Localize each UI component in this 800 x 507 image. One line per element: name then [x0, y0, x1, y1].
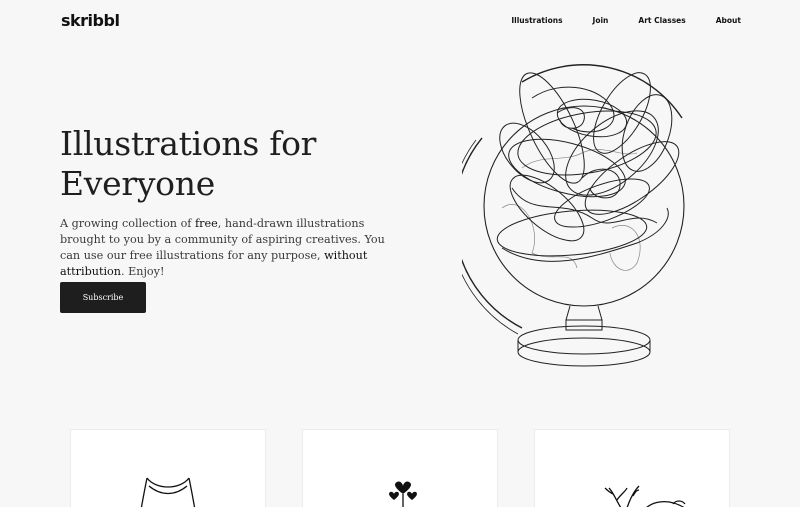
nav-link-about[interactable]: About [716, 16, 741, 25]
illustration-card-1[interactable] [70, 429, 266, 507]
figure-illustration [140, 477, 196, 507]
nav-link-art-classes[interactable]: Art Classes [638, 16, 685, 25]
deer-illustration [604, 485, 686, 507]
nav-links: Illustrations Join Art Classes About [511, 16, 741, 25]
nav-link-join[interactable]: Join [593, 16, 609, 25]
illustration-card-3[interactable] [534, 429, 730, 507]
logo[interactable]: skribbl [61, 11, 120, 30]
hearts-illustration [389, 481, 417, 507]
hero-desc-part-1: A growing collection of [60, 217, 196, 230]
illustration-card-2[interactable] [302, 429, 498, 507]
hero-description: A growing collection of free, hand-drawn… [60, 216, 390, 280]
top-navigation: skribbl Illustrations Join Art Classes A… [0, 0, 800, 44]
globe-illustration [462, 64, 685, 367]
hero-desc-free: free [195, 217, 218, 230]
hero-desc-part-3: . Enjoy! [120, 265, 165, 278]
hero-title: Illustrations for Everyone [60, 124, 317, 203]
nav-link-illustrations[interactable]: Illustrations [511, 16, 562, 25]
subscribe-button[interactable]: Subscribe [60, 282, 146, 313]
